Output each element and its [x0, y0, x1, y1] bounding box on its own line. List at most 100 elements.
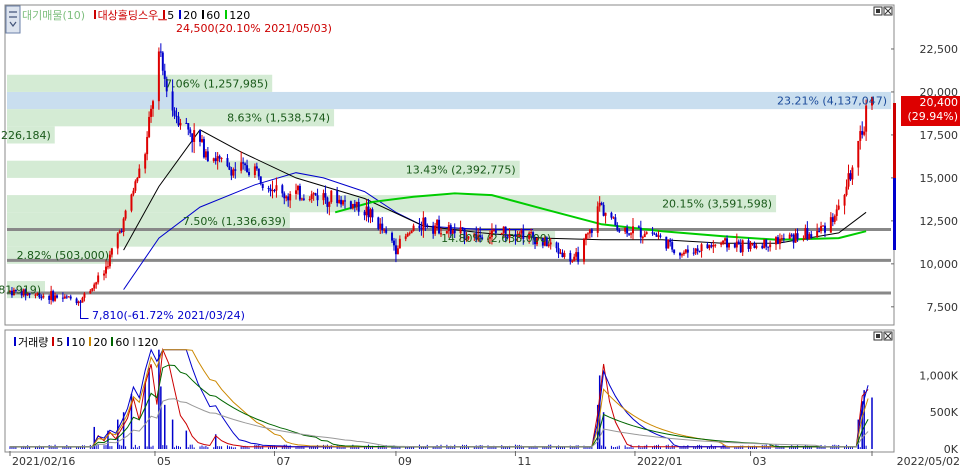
- candle-body: [338, 199, 341, 204]
- candle-body: [424, 217, 427, 226]
- candle-body: [751, 243, 754, 245]
- candle-body: [555, 242, 558, 249]
- candle-body: [708, 245, 711, 249]
- candle-body: [152, 101, 155, 109]
- candle-body: [157, 51, 160, 102]
- candle-body: [845, 186, 848, 195]
- candle-body: [694, 248, 697, 254]
- candle-body: [584, 234, 587, 240]
- candle-body: [831, 217, 834, 222]
- candle-body: [377, 217, 380, 229]
- candle-body: [349, 201, 352, 209]
- volume-tick-label: 1,000K: [919, 369, 958, 382]
- band-label: 23.21% (4,137,047): [777, 95, 887, 108]
- candle-body: [202, 139, 205, 158]
- candle-body: [42, 295, 45, 298]
- candle-body: [426, 225, 429, 227]
- volume-panel-maximize-icon[interactable]: [873, 331, 883, 341]
- right-scroll-marker[interactable]: [893, 103, 896, 250]
- low-annotation: 7,810(-61.72% 2021/03/24): [92, 309, 245, 322]
- price-panel-close-icon[interactable]: [883, 6, 893, 16]
- price-panel-maximize-icon[interactable]: [873, 6, 883, 16]
- candle-body: [257, 168, 260, 177]
- candle-body: [379, 223, 382, 229]
- candle-body: [808, 234, 811, 240]
- candle-body: [755, 245, 758, 248]
- candle-body: [173, 110, 176, 116]
- candle-body: [692, 252, 695, 254]
- candle-body: [287, 196, 290, 201]
- legend-label: 5: [56, 336, 64, 349]
- candle-body: [765, 239, 768, 247]
- candle-body: [659, 235, 662, 237]
- candle-body: [40, 297, 43, 299]
- x-tick-label: 09: [398, 455, 412, 468]
- candle-body: [418, 225, 421, 229]
- candle-body: [206, 151, 209, 162]
- x-tick-label: 11: [517, 455, 531, 468]
- candle-body: [794, 233, 797, 243]
- candle-body: [200, 139, 203, 142]
- candle-body: [682, 252, 685, 255]
- candle-body: [739, 244, 742, 253]
- candle-body: [300, 198, 303, 200]
- candle-body: [816, 230, 819, 238]
- price-tag-value: 20,400: [919, 96, 959, 109]
- candle-body: [255, 166, 258, 169]
- candle-body: [63, 296, 66, 299]
- candle-body: [267, 187, 270, 189]
- candle-body: [336, 190, 339, 204]
- candle-body: [392, 240, 395, 246]
- band-label: 2.82% (503,000): [17, 249, 110, 262]
- candle-body: [322, 193, 325, 201]
- candle-body: [438, 219, 441, 234]
- candle-body: [657, 235, 660, 237]
- candle-body: [285, 196, 288, 199]
- candle-body: [680, 254, 683, 256]
- candle-body: [171, 91, 174, 111]
- price-tick-label: 15,000: [920, 172, 959, 185]
- candle-body: [48, 295, 51, 300]
- legend-swatch: [202, 10, 205, 19]
- legend-swatch: [14, 337, 16, 346]
- candle-body: [741, 240, 744, 253]
- volume-tick-label: 500K: [930, 406, 959, 419]
- candle-body: [230, 169, 233, 176]
- candle-body: [737, 241, 740, 245]
- price-tick-label: 22,500: [920, 43, 959, 56]
- price-tag-pct: (29.94%): [907, 110, 958, 123]
- candle-body: [563, 253, 566, 258]
- x-tick-label: 05: [157, 455, 171, 468]
- candle-body: [161, 52, 164, 71]
- legend-label: 10: [71, 336, 86, 349]
- candle-body: [371, 209, 374, 218]
- candle-body: [189, 129, 192, 134]
- candle-body: [69, 296, 72, 299]
- candle-body: [65, 296, 68, 298]
- volume-legend: 거래량 5 10 20 60 120: [10, 334, 158, 350]
- volume-panel-close-icon[interactable]: [883, 331, 893, 341]
- candle-body: [248, 171, 251, 176]
- candle-body: [436, 219, 439, 226]
- candle-body: [316, 195, 319, 201]
- candle-body: [216, 156, 219, 162]
- candle-body: [590, 229, 593, 233]
- legend-label: 60: [115, 336, 130, 349]
- candle-body: [712, 244, 715, 247]
- candle-body: [804, 228, 807, 239]
- price-legend: 대기매물(10) 대상홀딩스우 5 20 60 120: [22, 7, 250, 23]
- candle-body: [295, 190, 298, 194]
- candle-body: [790, 234, 793, 236]
- x-tick-label: 2021/02/16: [12, 455, 75, 468]
- candle-body: [447, 225, 450, 232]
- candle-body: [232, 169, 235, 176]
- candle-body: [385, 229, 388, 233]
- price-panel-menu-icon[interactable]: [5, 5, 21, 34]
- candle-body: [253, 166, 256, 176]
- candle-body: [312, 193, 315, 195]
- candle-body: [461, 227, 464, 229]
- candle-body: [308, 198, 311, 200]
- candle-body: [355, 202, 358, 207]
- candle-body: [410, 230, 413, 234]
- x-tick-label: 2022/05/02: [897, 455, 960, 468]
